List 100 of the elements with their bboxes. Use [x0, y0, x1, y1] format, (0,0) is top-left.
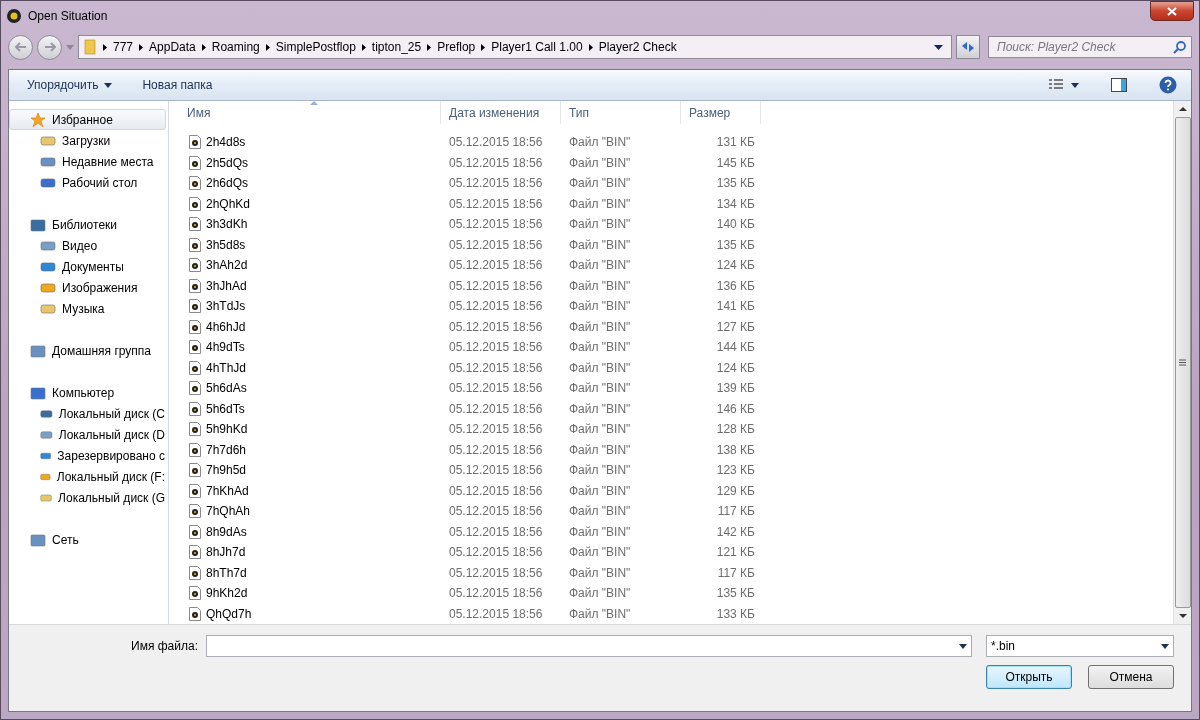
sidebar-item[interactable]: Рабочий стол: [9, 172, 166, 193]
sidebar-item[interactable]: Локальный диск (D: [9, 424, 166, 445]
search-field[interactable]: Поиск: Player2 Check: [988, 36, 1192, 58]
column-header[interactable]: Дата изменения: [441, 101, 561, 125]
address-bar[interactable]: 777 AppData Roaming SimplePostflop tipton_25 Preflop Player1 Call 1.00 Player2 Check: [78, 35, 952, 59]
drive-icon: [40, 154, 56, 169]
file-name[interactable]: 3h5d8s: [206, 237, 246, 252]
breadcrumb-item[interactable]: Roaming: [211, 40, 260, 54]
scrollbar[interactable]: [1173, 101, 1191, 624]
table-cell-text: Файл "BIN": [568, 360, 632, 375]
sidebar-item[interactable]: Локальный диск (G: [9, 487, 166, 508]
sidebar-item[interactable]: Загрузки: [9, 130, 166, 151]
table-cell-text: Файл "BIN": [568, 176, 632, 191]
sidebar-item[interactable]: Библиотеки: [9, 214, 166, 235]
file-name[interactable]: 3hJhAd: [206, 278, 247, 293]
table-cell-text: 138 КБ: [715, 442, 756, 457]
file-name[interactable]: 5h9hKd: [206, 422, 248, 437]
gear-file-icon: [189, 176, 201, 191]
new-folder-button[interactable]: Новая папка: [142, 76, 213, 94]
sidebar-item[interactable]: Зарезервировано с: [9, 445, 166, 466]
table-cell-text: 117 КБ: [716, 504, 756, 519]
file-name[interactable]: 3hTdJs: [206, 299, 246, 314]
breadcrumb-item[interactable]: AppData: [149, 40, 196, 54]
file-name[interactable]: 4h6hJd: [206, 319, 246, 334]
breadcrumb-item[interactable]: SimplePostflop: [275, 40, 356, 54]
table-cell-text: 05.12.2015 18:56: [448, 196, 544, 211]
dropdown-caret-icon[interactable]: [934, 44, 943, 50]
file-name[interactable]: 4h9dTs: [206, 340, 245, 355]
table-cell-text: Файл "BIN": [568, 155, 632, 170]
back-button[interactable]: [8, 34, 33, 60]
gear-file-icon: [189, 217, 201, 232]
table-cell-text: Файл "BIN": [568, 483, 632, 498]
file-type-dropdown[interactable]: *.bin: [986, 635, 1174, 657]
sidebar-item[interactable]: Компьютер: [9, 382, 166, 403]
gear-file-icon: [189, 340, 201, 355]
refresh-icon: [960, 40, 976, 54]
file-name[interactable]: 3h3dKh: [206, 217, 248, 232]
file-name[interactable]: 2h4d8s: [206, 135, 246, 150]
file-name[interactable]: 8h9dAs: [206, 524, 247, 539]
column-header[interactable]: Размер: [681, 101, 761, 125]
file-name[interactable]: 5h6dTs: [206, 401, 245, 416]
help-icon: [1159, 76, 1177, 94]
table-cell-text: 05.12.2015 18:56: [448, 176, 544, 191]
table-cell-text: Файл "BIN": [568, 545, 632, 560]
table-cell-text: 142 КБ: [715, 524, 756, 539]
column-header[interactable]: Имя: [179, 101, 441, 125]
gear-file-icon: [189, 565, 201, 580]
file-name[interactable]: 4hThJd: [206, 360, 247, 375]
sidebar-item[interactable]: Сеть: [9, 529, 166, 550]
table-cell-text: 133 КБ: [715, 606, 756, 621]
file-name[interactable]: 7h9h5d: [206, 463, 247, 478]
chevron-right-icon: [139, 43, 144, 51]
table-cell-text: Файл "BIN": [568, 217, 632, 232]
close-button[interactable]: [1150, 1, 1194, 21]
file-name[interactable]: 8hJh7d: [206, 545, 246, 560]
sidebar-item[interactable]: Музыка: [9, 298, 166, 319]
refresh-button[interactable]: [956, 35, 980, 59]
table-cell-text: 124 КБ: [715, 258, 756, 273]
sidebar-item[interactable]: Документы: [9, 256, 166, 277]
table-cell-text: 05.12.2015 18:56: [448, 319, 544, 334]
gear-file-icon: [189, 237, 201, 252]
gear-file-icon: [189, 606, 201, 621]
arrow-right-icon: [43, 42, 56, 52]
sidebar-item[interactable]: Локальный диск (F:: [9, 466, 166, 487]
sidebar-item[interactable]: Избранное: [9, 109, 166, 130]
table-cell-text: Файл "BIN": [568, 606, 632, 621]
breadcrumb-item[interactable]: tipton_25: [371, 40, 422, 54]
table-cell-text: 05.12.2015 18:56: [448, 299, 544, 314]
sidebar-item[interactable]: Локальный диск (C: [9, 403, 166, 424]
dialog-button[interactable]: Открыть: [986, 665, 1072, 689]
file-name[interactable]: 9hKh2d: [206, 586, 248, 601]
sidebar-item[interactable]: Домашняя группа: [9, 340, 166, 361]
breadcrumb-item[interactable]: Preflop: [437, 40, 476, 54]
table-cell-text: Файл "BIN": [568, 504, 632, 519]
filename-field[interactable]: [206, 635, 972, 657]
file-name[interactable]: 2h6dQs: [206, 176, 249, 191]
sidebar-item[interactable]: Видео: [9, 235, 166, 256]
file-name[interactable]: 2h5dQs: [206, 155, 249, 170]
file-name[interactable]: 8hTh7d: [206, 565, 247, 580]
gear-file-icon: [189, 483, 201, 498]
file-name[interactable]: 7h7d6h: [206, 442, 247, 457]
file-name[interactable]: 7hKhAd: [206, 483, 249, 498]
chevron-right-icon: [265, 43, 270, 51]
file-name[interactable]: 5h6dAs: [206, 381, 247, 396]
file-name[interactable]: 3hAh2d: [206, 258, 248, 273]
sidebar-item[interactable]: Изображения: [9, 277, 166, 298]
file-name[interactable]: QhQd7h: [206, 606, 252, 621]
breadcrumb-item[interactable]: Player2 Check: [598, 40, 677, 54]
close-icon: [1167, 6, 1177, 16]
forward-button[interactable]: [37, 34, 62, 60]
drive-icon: [40, 175, 56, 190]
column-header[interactable]: Тип: [561, 101, 681, 125]
file-name[interactable]: 2hQhKd: [206, 196, 251, 211]
organize-menu-button[interactable]: Упорядочить: [27, 76, 113, 94]
breadcrumb-item[interactable]: Player1 Call 1.00: [491, 40, 583, 54]
table-cell-text: 146 КБ: [715, 401, 756, 416]
breadcrumb-item[interactable]: 777: [113, 40, 134, 54]
file-name[interactable]: 7hQhAh: [206, 504, 251, 519]
sidebar-item[interactable]: Недавние места: [9, 151, 166, 172]
dialog-button[interactable]: Отмена: [1088, 665, 1174, 689]
